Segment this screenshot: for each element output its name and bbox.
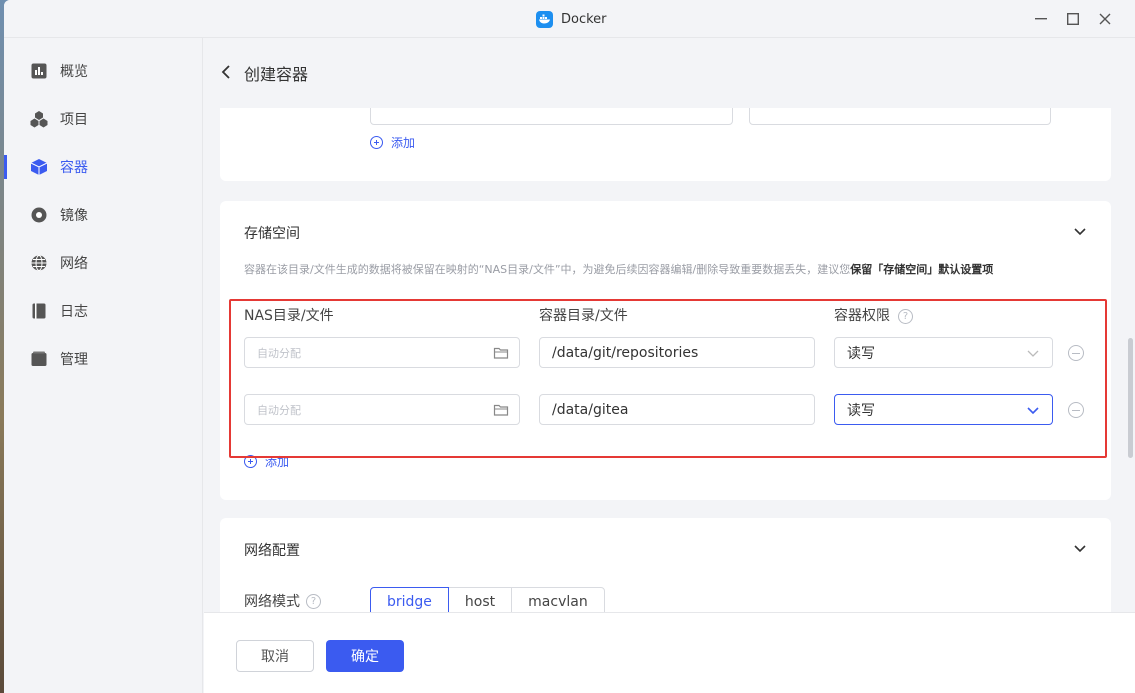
add-circle-icon [370, 136, 383, 149]
network-mode-macvlan[interactable]: macvlan [511, 587, 605, 612]
sidebar-item-log[interactable]: 日志 [4, 291, 203, 331]
sidebar-item-label: 容器 [60, 160, 88, 176]
help-icon[interactable]: ? [306, 593, 321, 609]
sidebar-item-network[interactable]: 网络 [4, 243, 203, 283]
project-icon [30, 110, 48, 128]
page-header: 创建容器 [204, 38, 1135, 108]
chevron-down-icon [1026, 403, 1042, 419]
sidebar: 概览 项目 容器 镜像 网络 日志 管理 [4, 38, 203, 693]
main-content: 创建容器 添加 存储空间 容器在该目录/文件生成的数据将被保留在映射的“NAS目… [204, 38, 1135, 693]
network-title: 网络配置 [244, 543, 300, 559]
remove-row-icon[interactable] [1068, 345, 1084, 361]
overview-icon [30, 62, 48, 80]
permission-value: 读写 [847, 345, 875, 362]
prev-input-left[interactable] [370, 108, 733, 125]
prev-add-button[interactable]: 添加 [370, 134, 415, 151]
network-mode-host[interactable]: host [447, 587, 513, 612]
chevron-down-icon [1026, 346, 1042, 362]
remove-row-icon[interactable] [1068, 402, 1084, 418]
add-label: 添加 [265, 455, 290, 469]
col-container-header: 容器目录/文件 [539, 308, 628, 324]
docker-window: Docker 概览 项目 容器 镜像 网络 日志 管理 创建容器 添加 存储空间… [4, 0, 1135, 693]
col-nas-header: NAS目录/文件 [244, 308, 334, 324]
network-icon [30, 254, 48, 272]
minimize-icon[interactable] [1032, 10, 1050, 28]
folder-icon[interactable] [493, 402, 509, 418]
col-permission-header: 容器权限? [834, 305, 913, 325]
col-permission-text: 容器权限 [834, 308, 890, 324]
titlebar: Docker [4, 0, 1135, 38]
window-title-text: Docker [561, 11, 607, 27]
close-icon[interactable] [1096, 10, 1114, 28]
permission-select[interactable]: 读写 [834, 337, 1053, 368]
storage-title: 存储空间 [244, 226, 300, 242]
storage-description: 容器在该目录/文件生成的数据将被保留在映射的“NAS目录/文件”中，为避免后续因… [244, 261, 1104, 277]
container-path-input[interactable]: /data/gitea [539, 394, 815, 425]
page-title: 创建容器 [244, 65, 309, 84]
nas-path-placeholder: 自动分配 [257, 346, 301, 360]
manage-icon [30, 350, 48, 368]
network-mode-label-text: 网络模式 [244, 594, 300, 610]
prev-input-right[interactable] [749, 108, 1051, 125]
storage-add-button[interactable]: 添加 [244, 453, 289, 470]
sidebar-item-label: 网络 [60, 256, 88, 272]
image-icon [30, 206, 48, 224]
footer: 取消 确定 [204, 612, 1135, 693]
nas-path-placeholder: 自动分配 [257, 403, 301, 417]
form-scroll-area[interactable]: 添加 存储空间 容器在该目录/文件生成的数据将被保留在映射的“NAS目录/文件”… [204, 108, 1135, 612]
permission-value: 读写 [847, 402, 875, 419]
sidebar-item-overview[interactable]: 概览 [4, 51, 203, 91]
container-icon [30, 158, 48, 176]
sidebar-item-label: 项目 [60, 112, 88, 128]
nas-path-input[interactable]: 自动分配 [244, 337, 520, 368]
network-collapse-chevron-icon[interactable] [1073, 541, 1087, 555]
sidebar-item-label: 概览 [60, 64, 88, 80]
sidebar-item-container[interactable]: 容器 [4, 147, 203, 187]
nas-path-input[interactable]: 自动分配 [244, 394, 520, 425]
folder-icon[interactable] [493, 345, 509, 361]
network-mode-segmented: bridge host macvlan [370, 587, 605, 612]
sidebar-item-label: 日志 [60, 304, 88, 320]
scrollbar[interactable] [1128, 338, 1133, 458]
permission-select[interactable]: 读写 [834, 394, 1053, 425]
network-mode-label: 网络模式 ? [244, 591, 321, 611]
window-title: Docker [536, 10, 607, 28]
docker-logo-icon [536, 10, 553, 28]
storage-card: 存储空间 容器在该目录/文件生成的数据将被保留在映射的“NAS目录/文件”中，为… [220, 201, 1111, 500]
sidebar-item-manage[interactable]: 管理 [4, 339, 203, 379]
sidebar-item-image[interactable]: 镜像 [4, 195, 203, 235]
prev-section-card: 添加 [220, 108, 1111, 181]
storage-description-bold: 保留「存储空间」默认设置项 [850, 263, 994, 276]
storage-collapse-chevron-icon[interactable] [1073, 224, 1087, 238]
sidebar-item-label: 镜像 [60, 208, 88, 224]
back-icon[interactable] [220, 64, 232, 83]
container-path-value: /data/gitea [552, 401, 629, 418]
container-path-input[interactable]: /data/git/repositories [539, 337, 815, 368]
storage-description-text: 容器在该目录/文件生成的数据将被保留在映射的“NAS目录/文件”中，为避免后续因… [244, 263, 851, 276]
log-icon [30, 302, 48, 320]
maximize-icon[interactable] [1064, 10, 1082, 28]
sidebar-item-label: 管理 [60, 352, 88, 368]
network-mode-bridge[interactable]: bridge [370, 587, 449, 612]
add-circle-icon [244, 455, 257, 468]
cancel-button[interactable]: 取消 [236, 640, 314, 672]
add-label: 添加 [391, 136, 416, 150]
container-path-value: /data/git/repositories [552, 344, 699, 361]
confirm-button[interactable]: 确定 [326, 640, 404, 672]
sidebar-item-project[interactable]: 项目 [4, 99, 203, 139]
network-card: 网络配置 网络模式 ? bridge host macvlan [220, 518, 1111, 612]
help-icon[interactable]: ? [898, 308, 913, 324]
